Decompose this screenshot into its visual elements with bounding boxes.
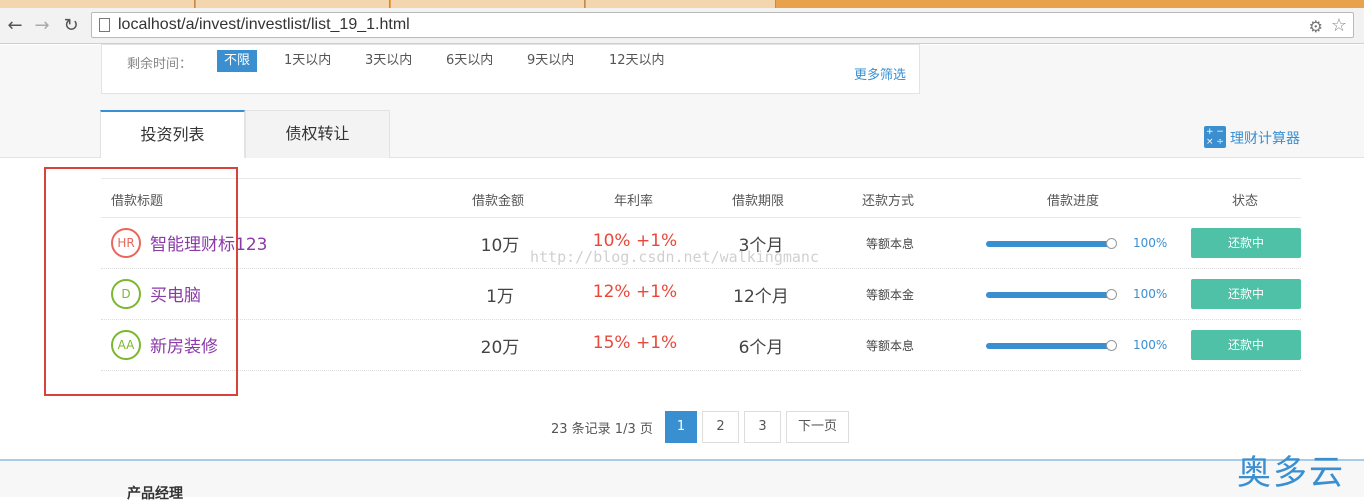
tab-debt-transfer[interactable]: 债权转让 — [245, 110, 390, 158]
watermark-text: http://blog.csdn.net/walkingmanc — [530, 248, 819, 266]
logo: 奥多云 — [1237, 453, 1345, 493]
loan-amount: 1万 — [486, 287, 514, 307]
status-button[interactable]: 还款中 — [1191, 279, 1301, 309]
loan-term: 12个月 — [733, 287, 789, 307]
header-rate: 年利率 — [614, 194, 654, 209]
highlight-annotation — [44, 167, 238, 396]
status-button[interactable]: 还款中 — [1191, 228, 1301, 258]
loan-amount: 10万 — [480, 236, 520, 256]
progress-knob — [1106, 289, 1117, 300]
filter-option-9-days[interactable]: 9天以内 — [520, 50, 581, 72]
repayment-method: 等额本金 — [865, 288, 914, 302]
progress-bar — [986, 340, 1117, 351]
progress-bar — [986, 289, 1117, 300]
pagination-summary: 23 条记录 1/3 页 — [551, 422, 653, 437]
filter-option-1-day[interactable]: 1天以内 — [277, 50, 338, 72]
filter-panel: 剩余时间： 不限 1天以内 3天以内 6天以内 9天以内 12天以内 更多筛选 — [101, 44, 920, 94]
header-term: 借款期限 — [732, 194, 785, 209]
bookmark-star-icon[interactable]: ☆ — [1331, 15, 1347, 36]
page-button-1[interactable]: 1 — [665, 411, 697, 443]
tab-invest-list[interactable]: 投资列表 — [100, 110, 245, 159]
loan-term: 6个月 — [738, 338, 784, 358]
filter-option-6-days[interactable]: 6天以内 — [439, 50, 500, 72]
address-bar[interactable]: localhost/a/invest/investlist/list_19_1.… — [91, 12, 1354, 38]
progress-knob — [1106, 340, 1117, 351]
forward-icon[interactable]: → — [32, 16, 52, 36]
page-icon — [99, 18, 110, 32]
footer: 产品经理 — [0, 459, 1364, 502]
extension-icon[interactable]: ⚙ — [1309, 17, 1323, 36]
browser-tab[interactable] — [0, 0, 195, 8]
page-button-3[interactable]: 3 — [744, 411, 781, 443]
reload-icon[interactable]: ↻ — [61, 16, 81, 36]
browser-tab-strip — [0, 0, 1364, 8]
progress-percent: 100% — [1133, 287, 1168, 301]
browser-tab[interactable] — [196, 0, 390, 8]
filter-label: 剩余时间： — [127, 57, 193, 72]
url-text[interactable]: localhost/a/invest/investlist/list_19_1.… — [118, 16, 410, 34]
more-filter-link[interactable]: 更多筛选 — [854, 64, 906, 83]
next-page-button[interactable]: 下一页 — [786, 411, 849, 443]
progress-percent: 100% — [1133, 236, 1168, 250]
browser-tab[interactable] — [586, 0, 776, 8]
calculator-label: 理财计算器 — [1230, 131, 1300, 147]
filter-option-3-days[interactable]: 3天以内 — [358, 50, 419, 72]
progress-fill — [986, 241, 1116, 247]
back-icon[interactable]: ← — [5, 16, 25, 36]
progress-fill — [986, 343, 1116, 349]
repayment-method: 等额本息 — [865, 339, 914, 353]
header-method: 还款方式 — [862, 194, 915, 209]
repayment-method: 等额本息 — [865, 237, 914, 251]
loan-rate: 12% +1% — [592, 282, 678, 302]
progress-percent: 100% — [1133, 338, 1168, 352]
filter-option-12-days[interactable]: 12天以内 — [602, 50, 672, 72]
progress-bar — [986, 238, 1117, 249]
status-button[interactable]: 还款中 — [1191, 330, 1301, 360]
table-row[interactable]: AA 新房装修 20万 15% +1% 6个月 等额本息 100% 还款中 — [101, 320, 1301, 371]
header-progress: 借款进度 — [1047, 194, 1100, 209]
progress-knob — [1106, 238, 1117, 249]
page-button-2[interactable]: 2 — [702, 411, 739, 443]
browser-toolbar: ← → ↻ localhost/a/invest/investlist/list… — [0, 8, 1364, 44]
progress-fill — [986, 292, 1116, 298]
browser-tab[interactable] — [391, 0, 585, 8]
table-row[interactable]: D 买电脑 1万 12% +1% 12个月 等额本金 100% 还款中 — [101, 269, 1301, 320]
loan-amount: 20万 — [480, 338, 520, 358]
pagination: 23 条记录 1/3 页 1 2 3 下一页 — [0, 411, 1364, 443]
header-amount: 借款金额 — [472, 194, 525, 209]
footer-title: 产品经理 — [127, 486, 183, 502]
header-status: 状态 — [1232, 194, 1259, 209]
loan-rate: 15% +1% — [592, 333, 678, 353]
filter-option-unlimited[interactable]: 不限 — [217, 50, 258, 72]
list-tab-row: 投资列表 债权转让 + − × ÷ 理财计算器 — [0, 110, 1364, 159]
calculator-icon: + − × ÷ — [1204, 126, 1226, 148]
table-header: 借款标题 借款金额 年利率 借款期限 还款方式 借款进度 状态 — [101, 178, 1301, 218]
